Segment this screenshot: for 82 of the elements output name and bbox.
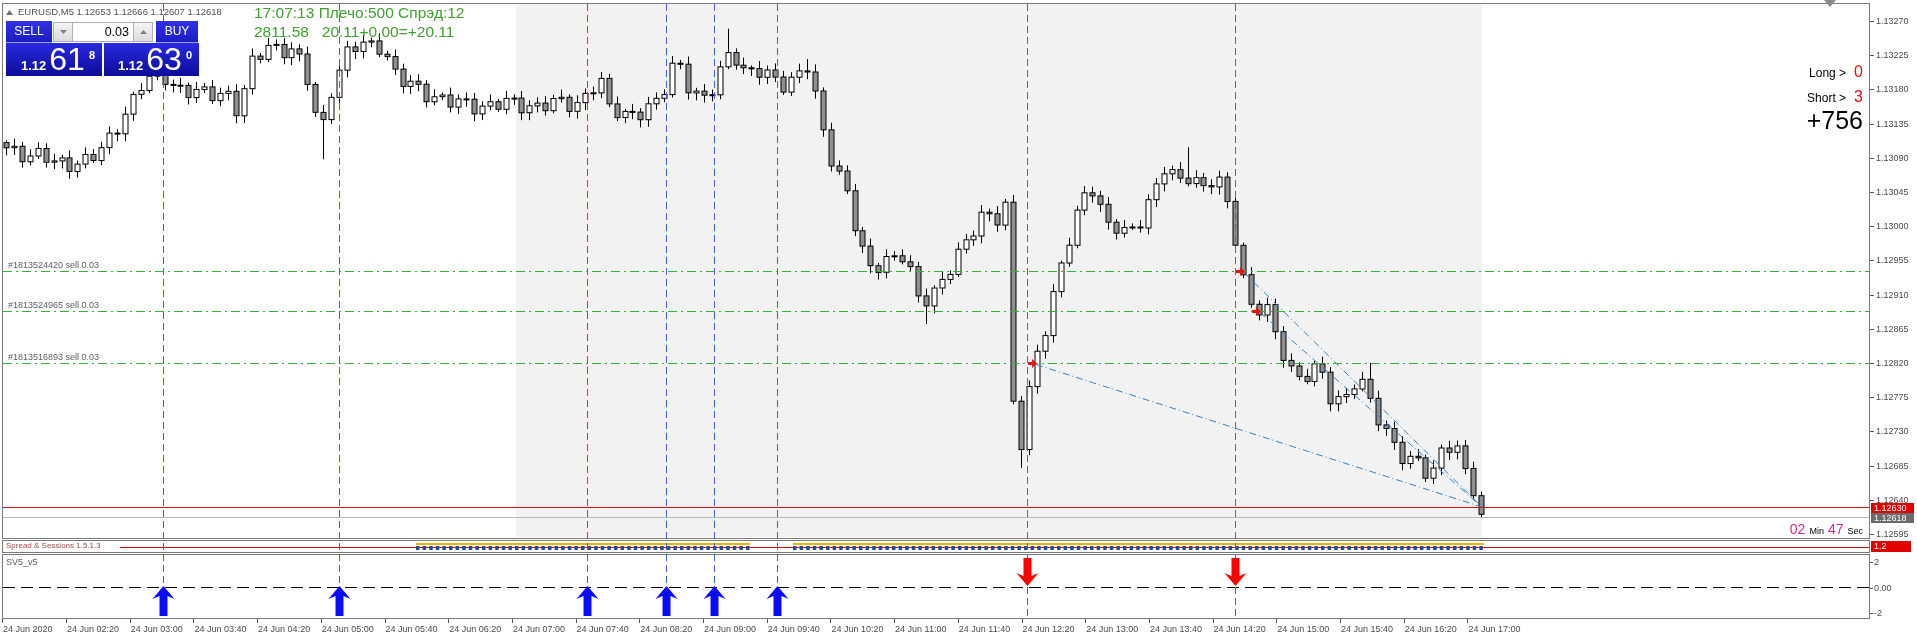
time-label: 24 Jun 11:40 bbox=[958, 623, 1011, 635]
sell-button[interactable]: SELL bbox=[6, 21, 52, 43]
time-label: 24 Jun 05:40 bbox=[385, 623, 438, 635]
time-label: 24 Jun 13:00 bbox=[1086, 623, 1139, 635]
timer-seconds: 47 bbox=[1827, 521, 1844, 537]
time-label: 24 Jun 07:40 bbox=[576, 623, 629, 635]
price-label: 1.12910 bbox=[1876, 290, 1909, 301]
time-label: 24 Jun 09:40 bbox=[767, 623, 820, 635]
caret-down-icon[interactable] bbox=[1824, 0, 1836, 7]
timer-unit: Sec bbox=[1847, 525, 1863, 538]
price-label: 1.12730 bbox=[1876, 426, 1909, 437]
order-label: #1813524965 sell 0.03 bbox=[8, 300, 100, 311]
long-count: 0 bbox=[1854, 63, 1863, 81]
time-label: 24 Jun 06:20 bbox=[449, 623, 502, 635]
time-label: 24 Jun 10:20 bbox=[831, 623, 884, 635]
down-arrow-icon bbox=[1016, 558, 1039, 586]
time-label: 24 Jun 08:20 bbox=[640, 623, 693, 635]
price-label: 1.13180 bbox=[1876, 84, 1909, 95]
time-label: 24 Jun 03:00 bbox=[130, 623, 183, 635]
lot-decrease-button[interactable] bbox=[53, 22, 73, 42]
lot-size-field[interactable]: 0.03 bbox=[73, 22, 133, 42]
caret-up-icon bbox=[139, 30, 147, 34]
entry-arrow-icon bbox=[1028, 359, 1037, 368]
price-label: 1.12685 bbox=[1876, 461, 1909, 472]
price-label: 1.12640 bbox=[1876, 495, 1909, 506]
time-label: 24 Jun 03:40 bbox=[194, 623, 247, 635]
lot-increase-button[interactable] bbox=[133, 22, 153, 42]
time-label: 24 Jun 12:20 bbox=[1022, 623, 1075, 635]
entry-arrow-icon bbox=[1236, 267, 1245, 276]
time-label: 24 Jun 16:20 bbox=[1404, 623, 1457, 635]
up-arrow-icon bbox=[703, 586, 726, 616]
price-label: 1.12775 bbox=[1876, 392, 1909, 403]
entry-arrow-icon bbox=[1252, 307, 1261, 316]
long-label: Long > bbox=[1809, 65, 1847, 82]
price-label: 1.13225 bbox=[1876, 50, 1909, 61]
order-label: #1813516893 sell 0.03 bbox=[8, 352, 100, 363]
time-label: 24 Jun 07:00 bbox=[512, 623, 565, 635]
time-label: 24 Jun 04:20 bbox=[258, 623, 311, 635]
caret-down-icon bbox=[59, 30, 67, 34]
timer-minutes: 02 bbox=[1789, 521, 1806, 537]
bid-price-tag: 1.12618 bbox=[1871, 513, 1914, 523]
time-label: 24 Jun 02:20 bbox=[67, 623, 120, 635]
indicator-scale-label: 2 bbox=[1874, 557, 1879, 568]
time-leverage-spread: 17:07:13 Плечо:500 Спрэд:12 bbox=[254, 3, 465, 23]
indicator-title: SV5_v5 bbox=[6, 556, 38, 568]
price-label: 1.13135 bbox=[1876, 119, 1909, 130]
price-label: 1.12955 bbox=[1876, 255, 1909, 266]
buy-button[interactable]: BUY bbox=[156, 21, 198, 43]
time-label: 24 Jun 17:00 bbox=[1468, 623, 1521, 635]
time-label: 24 Jun 05:00 bbox=[321, 623, 374, 635]
timer-unit: Min bbox=[1809, 525, 1824, 538]
up-arrow-icon bbox=[766, 586, 789, 616]
time-label: 24 Jun 15:00 bbox=[1277, 623, 1330, 635]
up-arrow-icon bbox=[152, 586, 175, 616]
symbol-info: EURUSD,M5 1.12653 1.12666 1.12607 1.12618 bbox=[18, 6, 222, 18]
price-label: 1.12595 bbox=[1876, 529, 1909, 540]
price-label: 1.12820 bbox=[1876, 358, 1909, 369]
indicator-scale-label: -2 bbox=[1874, 608, 1882, 619]
up-arrow-icon bbox=[655, 586, 678, 616]
short-count: 3 bbox=[1854, 88, 1863, 106]
total-points: +756 bbox=[1806, 105, 1863, 135]
indicator-title: Spread & Sessions 1.5.1.3 bbox=[6, 541, 101, 551]
price-label: 1.13000 bbox=[1876, 221, 1909, 232]
indicator-scale-label: 0.00 bbox=[1874, 583, 1892, 594]
price-label: 1.13090 bbox=[1876, 153, 1909, 164]
order-label: #1813524420 sell 0.03 bbox=[8, 260, 100, 271]
time-label: 24 Jun 13:40 bbox=[1149, 623, 1202, 635]
time-label: 24 Jun 11:00 bbox=[895, 623, 947, 635]
up-arrow-icon bbox=[328, 586, 351, 616]
ask-price-tag: 1.12630 bbox=[1871, 503, 1914, 513]
up-arrow-icon bbox=[576, 586, 599, 616]
down-arrow-icon bbox=[1224, 558, 1247, 586]
price-label: 1.12865 bbox=[1876, 324, 1909, 335]
indicator-value-tag: 1.2 bbox=[1871, 541, 1911, 552]
price-label: 1.13045 bbox=[1876, 187, 1909, 198]
time-label: 24 Jun 09:00 bbox=[704, 623, 757, 635]
time-label: 24 Jun 2020 bbox=[3, 623, 53, 635]
short-label: Short > bbox=[1807, 90, 1847, 107]
price-label: 1.13270 bbox=[1876, 16, 1909, 27]
time-label: 24 Jun 14:20 bbox=[1213, 623, 1266, 635]
time-label: 24 Jun 15:40 bbox=[1341, 623, 1394, 635]
caret-up-icon[interactable] bbox=[6, 10, 13, 15]
